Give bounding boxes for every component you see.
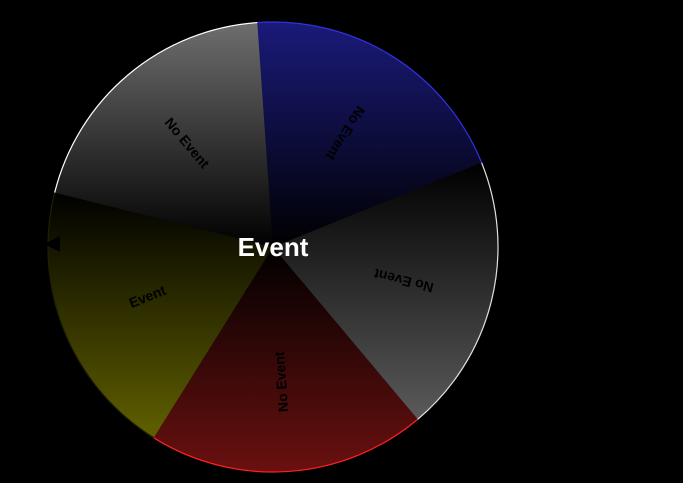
result-label: Event xyxy=(238,232,309,262)
spin-wheel[interactable]: No EventNo EventNo EventEventNo Event Ev… xyxy=(0,0,683,483)
spin-wheel-stage: No Event No Event No Event Event No Event Ev… xyxy=(0,0,683,483)
